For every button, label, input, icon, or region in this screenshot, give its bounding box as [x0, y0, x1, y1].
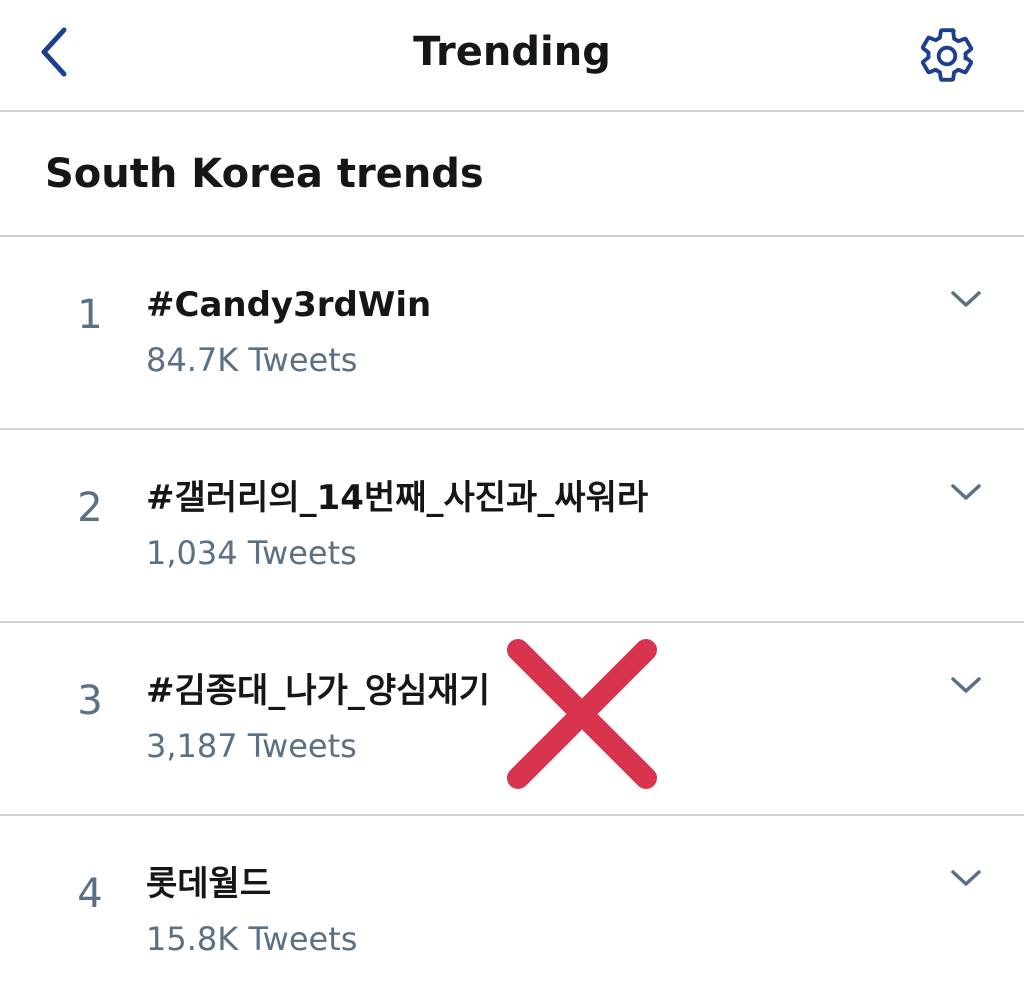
top-navigation-bar: Trending: [0, 0, 1024, 112]
trend-options-button[interactable]: [938, 858, 994, 898]
section-title: South Korea trends: [45, 151, 484, 197]
trend-options-button[interactable]: [938, 665, 994, 705]
section-header: South Korea trends: [0, 112, 1024, 237]
chevron-down-icon: [951, 677, 981, 693]
trend-rank: 4: [77, 871, 103, 917]
chevron-down-icon: [951, 291, 981, 307]
trend-name[interactable]: 롯데월드: [146, 860, 271, 908]
chevron-down-icon: [951, 484, 981, 500]
trend-options-button[interactable]: [938, 279, 994, 319]
trend-name[interactable]: #갤러리의_14번째_사진과_싸워라: [146, 474, 648, 522]
trend-item[interactable]: 4 롯데월드 15.8K Tweets: [0, 816, 1024, 1003]
settings-button[interactable]: [910, 20, 984, 92]
trend-name[interactable]: #김종대_나가_양심재기: [146, 667, 490, 715]
chevron-down-icon: [951, 870, 981, 886]
trend-tweet-count: 3,187 Tweets: [146, 727, 357, 765]
trend-tweet-count: 1,034 Tweets: [146, 534, 357, 572]
trend-name[interactable]: #Candy3rdWin: [146, 281, 431, 329]
trend-item[interactable]: 3 #김종대_나가_양심재기 3,187 Tweets: [0, 623, 1024, 816]
trend-tweet-count: 84.7K Tweets: [146, 341, 358, 379]
trend-tweet-count: 15.8K Tweets: [146, 920, 358, 958]
trend-item[interactable]: 1 #Candy3rdWin 84.7K Tweets: [0, 237, 1024, 430]
trend-item[interactable]: 2 #갤러리의_14번째_사진과_싸워라 1,034 Tweets: [0, 430, 1024, 623]
trend-rank: 2: [77, 485, 103, 531]
trend-rank: 1: [77, 292, 103, 338]
gear-icon: [920, 28, 974, 82]
trend-rank: 3: [77, 678, 103, 724]
page-title: Trending: [413, 29, 611, 75]
trend-options-button[interactable]: [938, 472, 994, 512]
